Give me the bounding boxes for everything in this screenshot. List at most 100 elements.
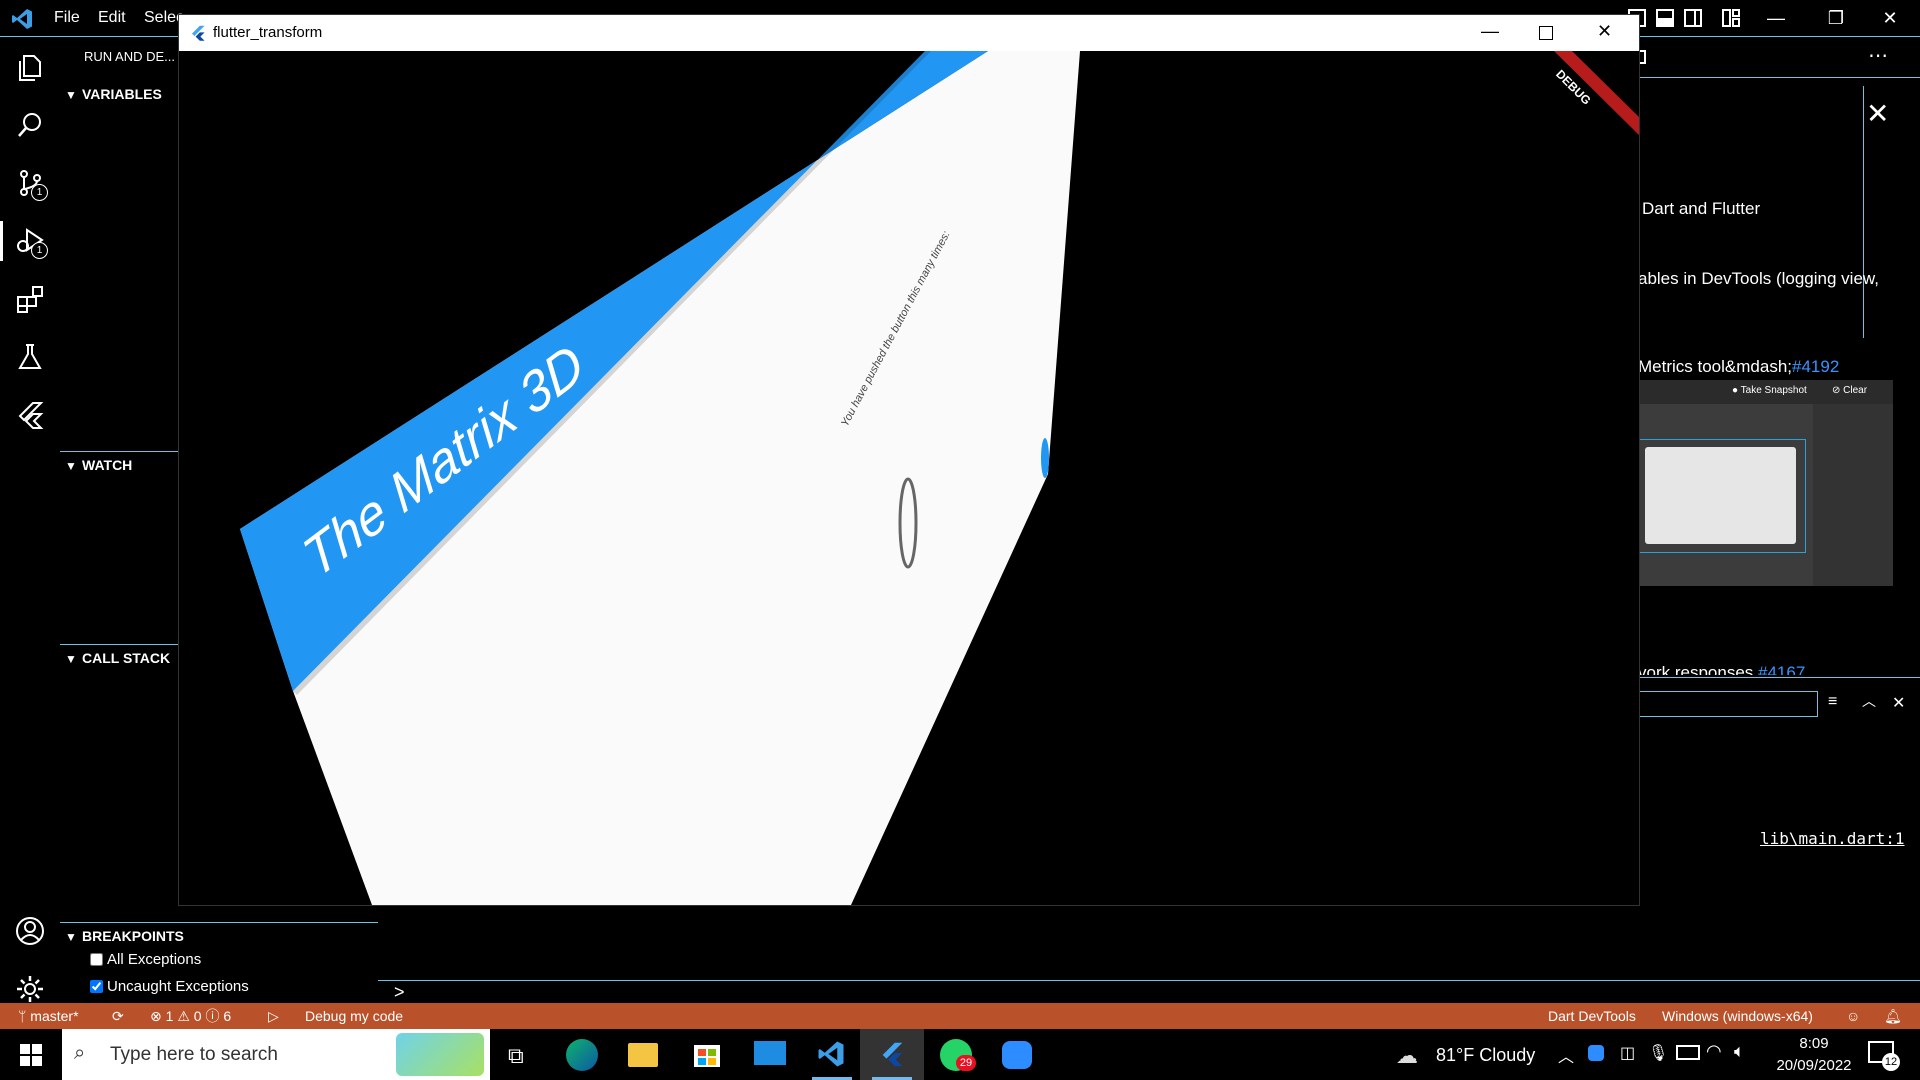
toggle-panel-icon[interactable] xyxy=(1656,9,1674,27)
mail-icon[interactable] xyxy=(754,1041,786,1065)
flutter-close-button[interactable]: ✕ xyxy=(1597,21,1612,42)
windows-start-icon[interactable] xyxy=(20,1044,42,1066)
testing-icon[interactable] xyxy=(10,337,50,377)
action-center-icon[interactable]: 12 xyxy=(1868,1041,1900,1071)
source-control-icon[interactable]: 1 xyxy=(10,163,50,203)
customize-layout-icon[interactable] xyxy=(1722,9,1740,27)
flutter-window-title: flutter_transform xyxy=(213,24,323,41)
battery-icon[interactable] xyxy=(1676,1045,1700,1060)
search-icon[interactable] xyxy=(10,105,50,145)
file-explorer-icon[interactable] xyxy=(628,1043,658,1067)
console-filter-input[interactable] xyxy=(1638,691,1818,717)
window-minimize-button[interactable]: — xyxy=(1746,0,1806,36)
breakpoints-section-header[interactable]: ▼ BREAKPOINTS xyxy=(60,922,378,949)
debug-run-icon[interactable]: ▷ xyxy=(268,1003,279,1029)
window-close-button[interactable]: ✕ xyxy=(1860,0,1920,36)
issue-link[interactable]: #4192 xyxy=(1792,357,1839,376)
more-actions-icon[interactable]: ⋯ xyxy=(1868,43,1888,68)
taskbar-search-box[interactable]: ⌕ Type here to search xyxy=(62,1029,490,1080)
editor-tabs: ⋯ xyxy=(1632,37,1920,338)
device-status[interactable]: Windows (windows-x64) xyxy=(1662,1003,1813,1029)
uncaught-exceptions-checkbox[interactable] xyxy=(90,980,103,993)
error-icon: ⊗ xyxy=(150,1008,162,1024)
microphone-icon[interactable]: 🎙︎ xyxy=(1648,1043,1668,1063)
accounts-icon[interactable] xyxy=(10,911,50,951)
flutter-icon[interactable] xyxy=(10,395,50,435)
notifications-bell-icon[interactable]: 🔔︎ xyxy=(1884,1003,1902,1029)
git-branch-icon: ᛘ xyxy=(18,1008,27,1024)
changelog-line: Metrics tool&mdash;#4192 xyxy=(1638,357,1840,376)
flutter-app-window: flutter_transform — ✕ DEBUG The Matrix 3… xyxy=(178,14,1640,906)
flutter-maximize-button[interactable] xyxy=(1539,26,1553,40)
chevron-down-icon: ▼ xyxy=(65,88,77,102)
whatsapp-icon[interactable]: 29 xyxy=(940,1039,976,1071)
volume-icon[interactable]: 🔈︎ xyxy=(1734,1041,1745,1062)
breakpoint-all-exceptions[interactable]: All Exceptions xyxy=(90,951,201,968)
active-indicator xyxy=(0,221,3,261)
store-icon[interactable] xyxy=(692,1039,722,1069)
source-control-badge: 1 xyxy=(31,184,48,201)
window-restore-button[interactable]: ❐ xyxy=(1806,0,1866,36)
clock-time[interactable]: 8:09 xyxy=(1776,1035,1852,1052)
branch-status[interactable]: ᛘ master* xyxy=(18,1003,79,1029)
wifi-icon[interactable]: ◠ xyxy=(1706,1041,1722,1062)
chevron-down-icon: ▼ xyxy=(65,459,77,473)
all-exceptions-checkbox[interactable] xyxy=(90,953,103,966)
flutter-taskbar-icon xyxy=(878,1039,906,1069)
toggle-secondary-sidebar-icon[interactable] xyxy=(1684,9,1702,27)
console-prompt[interactable]: > xyxy=(394,982,405,1003)
debug-config-status[interactable]: Debug my code xyxy=(305,1003,403,1029)
whatsapp-badge: 29 xyxy=(956,1055,976,1071)
panel-divider xyxy=(1638,677,1920,678)
run-debug-icon[interactable]: 1 xyxy=(10,221,50,261)
feedback-icon[interactable]: ☺ xyxy=(1846,1003,1860,1029)
search-placeholder: Type here to search xyxy=(110,1044,278,1065)
menu-edit[interactable]: Edit xyxy=(98,0,126,36)
vscode-taskbar-icon[interactable] xyxy=(816,1039,846,1069)
changelog-line: Dart and Flutter xyxy=(1642,199,1761,218)
devtools-widget-preview xyxy=(1645,447,1796,544)
zoom-tray-icon[interactable] xyxy=(1588,1045,1604,1061)
clock-date[interactable]: 20/09/2022 xyxy=(1776,1057,1852,1074)
explorer-icon[interactable] xyxy=(10,47,50,87)
maximize-panel-icon[interactable]: ︿ xyxy=(1862,691,1876,711)
webview-divider xyxy=(1863,86,1864,338)
chevron-down-icon: ▼ xyxy=(65,652,77,666)
flutter-taskbar-active[interactable] xyxy=(860,1029,924,1080)
console-input-divider-right xyxy=(1638,980,1920,981)
clear-console-icon[interactable]: ≡ xyxy=(1828,693,1837,711)
flutter-logo-icon xyxy=(189,24,207,42)
weather-cloud-icon: ☁ xyxy=(1396,1043,1418,1068)
close-changelog-icon[interactable]: ✕ xyxy=(1866,97,1889,130)
menu-file[interactable]: File xyxy=(54,0,80,36)
changelog-line: ables in DevTools (logging view, xyxy=(1638,269,1879,288)
chevron-down-icon: ▼ xyxy=(65,930,77,944)
search-icon: ⌕ xyxy=(74,1042,86,1064)
task-view-icon[interactable]: ⧉ xyxy=(508,1043,524,1069)
problems-status[interactable]: ⊗ 1 ⚠ 0 ⓘ 6 xyxy=(150,1003,231,1029)
debug-console-area: > xyxy=(378,903,1638,1004)
search-highlight-image xyxy=(396,1033,484,1076)
devtools-toolbar: ● Take Snapshot ⊘ Clear xyxy=(1638,380,1893,404)
flutter-window-titlebar: flutter_transform — ✕ xyxy=(179,15,1639,51)
editor-area: ⋯ ✕ Dart and Flutter ables in DevTools (… xyxy=(1632,37,1920,1003)
extensions-icon[interactable] xyxy=(10,279,50,319)
source-location-link[interactable]: lib\main.dart:1 xyxy=(1760,829,1905,848)
close-panel-icon[interactable]: ✕ xyxy=(1892,693,1905,713)
zoom-icon[interactable] xyxy=(1002,1041,1032,1069)
camera-tray-icon[interactable]: ◫ xyxy=(1620,1043,1635,1063)
status-bar: ᛘ master* ⟳ ⊗ 1 ⚠ 0 ⓘ 6 ▷ Debug my code … xyxy=(0,1003,1920,1029)
warning-icon: ⚠ xyxy=(177,1008,190,1024)
flutter-minimize-button[interactable]: — xyxy=(1481,21,1499,42)
sync-icon[interactable]: ⟳ xyxy=(112,1003,124,1029)
windows-taskbar: ⌕ Type here to search ⧉ 29 ☁ 81°F Cloudy… xyxy=(0,1029,1920,1080)
dart-devtools-status[interactable]: Dart DevTools xyxy=(1548,1003,1636,1029)
edge-icon[interactable] xyxy=(566,1039,598,1071)
activity-bar: 1 1 xyxy=(0,37,61,1003)
breakpoint-uncaught-exceptions[interactable]: Uncaught Exceptions xyxy=(90,978,249,995)
fab-button[interactable] xyxy=(1041,438,1049,478)
info-icon: ⓘ xyxy=(205,1008,220,1024)
run-debug-badge: 1 xyxy=(31,242,48,259)
weather-text[interactable]: 81°F Cloudy xyxy=(1436,1045,1535,1066)
tray-overflow-icon[interactable]: ︿ xyxy=(1558,1043,1574,1067)
